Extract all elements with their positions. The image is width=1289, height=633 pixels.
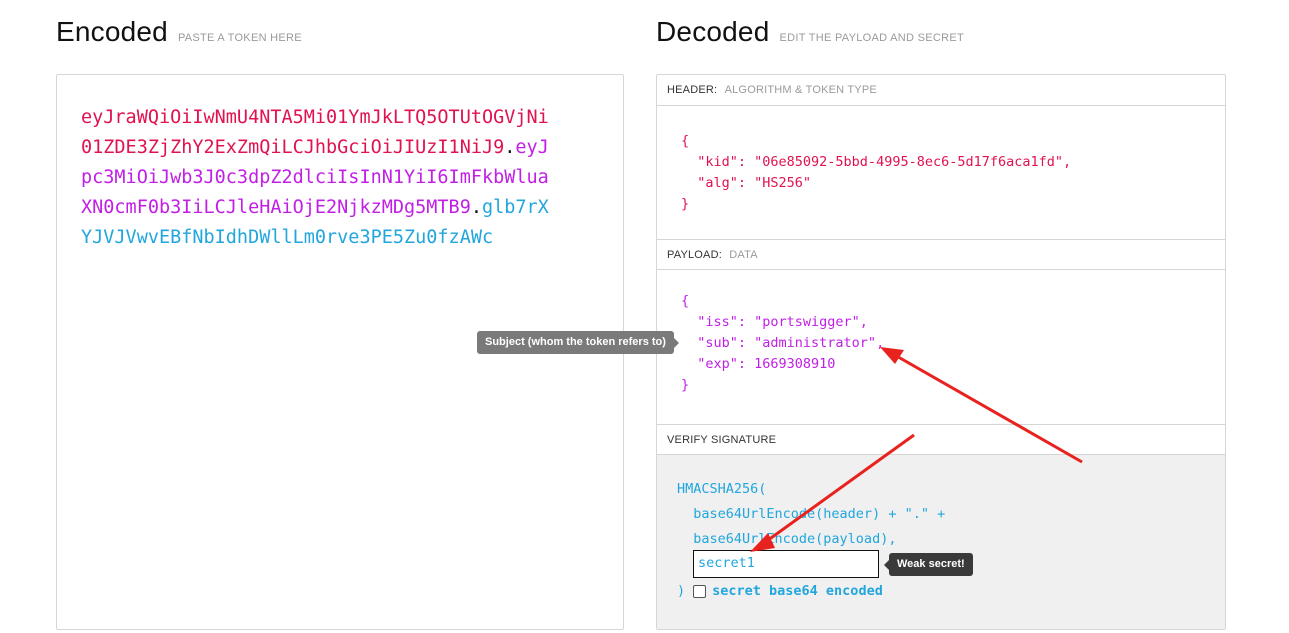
header-json-line: "kid": "06e85092-5bbd-4995-8ec6-5d17f6ac… (681, 154, 1072, 170)
close-paren: ) (677, 583, 686, 599)
payload-json-line: } (681, 377, 690, 393)
payload-json-line: "exp": 1669308910 (681, 356, 836, 372)
decoded-subtitle: EDIT THE PAYLOAD AND SECRET (779, 32, 965, 44)
token-text[interactable]: eyJraWQiOiIwNmU4NTA5Mi01YmJkLTQ5OTUtOGVj… (81, 103, 556, 253)
token-dot: . (504, 137, 516, 158)
signature-code: HMACSHA256( base64UrlEncode(header) + ".… (677, 477, 945, 552)
token-dot: . (470, 197, 482, 218)
signature-code-line: base64UrlEncode(payload), (677, 531, 897, 547)
decoded-title: Decoded (656, 16, 770, 47)
header-json-line: "alg": "HS256" (681, 175, 812, 191)
payload-json-line: "iss": "portswigger", (681, 314, 868, 330)
weak-secret-tooltip: Weak secret! (884, 553, 973, 576)
encoded-subtitle: PASTE A TOKEN HERE (177, 32, 302, 44)
payload-section-heading: PAYLOAD: DATA (657, 239, 1225, 270)
header-desc: ALGORITHM & TOKEN TYPE (724, 84, 877, 96)
header-section-heading: HEADER: ALGORITHM & TOKEN TYPE (657, 75, 1225, 106)
base64-checkbox-label[interactable]: secret base64 encoded (712, 583, 883, 599)
subject-tooltip: Subject (whom the token refers to) (477, 331, 679, 354)
payload-json-line: { (681, 293, 690, 309)
signature-code-line: base64UrlEncode(header) + "." + (677, 506, 946, 522)
encoded-heading: Encoded PASTE A TOKEN HERE (56, 16, 302, 48)
header-json-editor[interactable]: { "kid": "06e85092-5bbd-4995-8ec6-5d17f6… (681, 131, 1071, 215)
header-json-line: { (681, 133, 690, 149)
jwt-debugger-page: Encoded PASTE A TOKEN HERE Decoded EDIT … (0, 0, 1289, 633)
signature-code-line: HMACSHA256( (677, 481, 767, 497)
signature-section-heading: VERIFY SIGNATURE (657, 424, 1225, 455)
base64-checkbox[interactable] (693, 584, 707, 598)
signature-area: HMACSHA256( base64UrlEncode(header) + ".… (657, 455, 1225, 629)
decoded-panel: HEADER: ALGORITHM & TOKEN TYPE { "kid": … (656, 74, 1226, 630)
header-json-line: } (681, 196, 690, 212)
decoded-heading: Decoded EDIT THE PAYLOAD AND SECRET (656, 16, 964, 48)
payload-desc: DATA (729, 249, 758, 261)
payload-json-line: "sub": "administrator", (681, 335, 885, 351)
payload-json-editor[interactable]: { "iss": "portswigger", "sub": "administ… (681, 291, 884, 396)
token-header-part: eyJraWQiOiIwNmU4NTA5Mi01YmJkLTQ5OTUtOGVj… (81, 107, 549, 158)
encoded-title: Encoded (56, 16, 168, 47)
signature-close-line: ) secret base64 encoded (677, 583, 883, 599)
payload-label: PAYLOAD: (667, 249, 722, 261)
signature-label: VERIFY SIGNATURE (667, 434, 777, 446)
header-label: HEADER: (667, 84, 718, 96)
secret-input[interactable]: secret1 (693, 550, 879, 578)
